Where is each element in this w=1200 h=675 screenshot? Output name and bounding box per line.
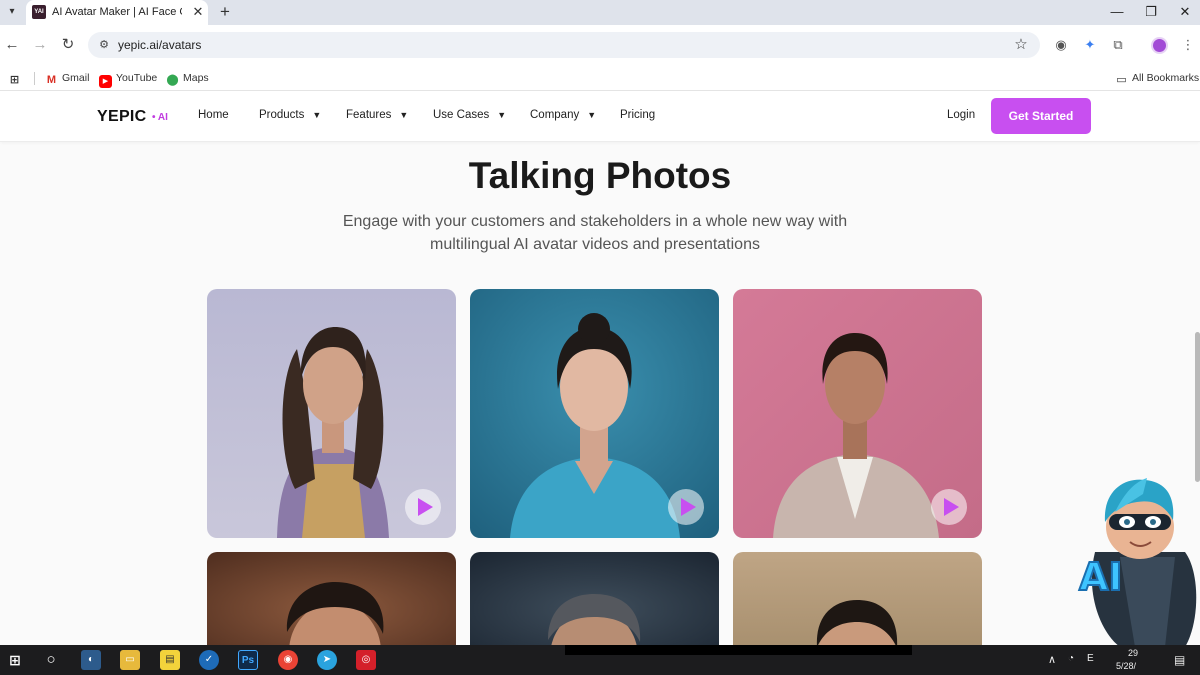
tab-title: AI Avatar Maker | AI Face Generator bbox=[52, 6, 182, 18]
camera-icon[interactable]: ◉ bbox=[1051, 35, 1071, 55]
nav-features[interactable]: Features ▼ bbox=[346, 109, 408, 121]
forward-icon[interactable]: → bbox=[30, 35, 50, 55]
avatar-card[interactable] bbox=[470, 289, 719, 538]
play-button[interactable] bbox=[405, 489, 441, 525]
play-icon bbox=[681, 498, 696, 516]
reload-icon[interactable]: ↻ bbox=[58, 35, 78, 55]
logo-ai-suffix[interactable]: • AI bbox=[152, 112, 168, 123]
play-button[interactable] bbox=[668, 489, 704, 525]
tab-search-icon[interactable]: ▾ bbox=[4, 4, 20, 20]
address-bar: ← → ↻ ⚙ yepic.ai/avatars ☆ ◉ ✦ ⧉ ⋮ bbox=[0, 25, 1200, 65]
search-icon[interactable]: ○ bbox=[41, 650, 61, 670]
taskbar-blank-region bbox=[565, 645, 912, 655]
avatar-card[interactable] bbox=[470, 552, 719, 647]
bookmarks-bar: ⊞ M Gmail ▶ YouTube ⬤ Maps ▭ All Bookmarks bbox=[0, 65, 1200, 91]
avatar-card[interactable] bbox=[733, 552, 982, 647]
extensions-icon[interactable]: ⧉ bbox=[1108, 35, 1128, 55]
login-link[interactable]: Login bbox=[947, 109, 975, 121]
profile-avatar[interactable] bbox=[1151, 37, 1168, 54]
logo[interactable]: YEPIC bbox=[97, 108, 147, 126]
site-settings-icon[interactable]: ⚙ bbox=[96, 37, 112, 53]
bookmark-gmail[interactable]: M Gmail bbox=[45, 69, 90, 87]
play-button[interactable] bbox=[931, 489, 967, 525]
avatar-card[interactable] bbox=[207, 289, 456, 538]
paint-app-icon[interactable]: ◐ bbox=[81, 650, 101, 670]
page-title: Talking Photos bbox=[468, 155, 732, 196]
sticky-notes-icon[interactable]: ▤ bbox=[160, 650, 180, 670]
notifications-icon[interactable]: ▤ bbox=[1174, 653, 1185, 667]
avatar-portrait-man-1 bbox=[207, 552, 456, 647]
avatar-portrait-man-3 bbox=[733, 552, 982, 647]
tray-date: 5/28/ bbox=[1116, 661, 1137, 671]
site-header: YEPIC • AI Home Products ▼ Features ▼ Use … bbox=[0, 91, 1200, 142]
avatar-card[interactable] bbox=[733, 289, 982, 538]
bookmarks-divider bbox=[34, 72, 35, 85]
nav-use-cases[interactable]: Use Cases ▼ bbox=[433, 109, 506, 121]
avatar-card[interactable] bbox=[207, 552, 456, 647]
browser-menu-icon[interactable]: ⋮ bbox=[1178, 35, 1198, 55]
tab-close-icon[interactable]: ✕ bbox=[190, 4, 206, 20]
folder-icon: ▭ bbox=[1116, 74, 1127, 86]
favicon: YAI bbox=[32, 5, 46, 19]
avatar-portrait-man-2 bbox=[470, 552, 719, 647]
nav-products[interactable]: Products ▼ bbox=[259, 109, 321, 121]
superhero-mascot-icon: AI bbox=[1078, 478, 1197, 647]
bookmark-star-icon[interactable]: ☆ bbox=[1012, 36, 1030, 54]
minimize-icon[interactable]: — bbox=[1102, 2, 1132, 22]
window-close-icon[interactable]: ✕ bbox=[1170, 2, 1200, 22]
mascot-ai-badge: AI bbox=[1079, 555, 1123, 599]
maps-pin-icon: ⬤ bbox=[166, 74, 179, 86]
page-subtitle: Engage with your customers and stakehold… bbox=[342, 213, 848, 253]
tray-chevron-up-icon[interactable]: ∧ bbox=[1048, 653, 1056, 666]
chevron-down-icon: ▼ bbox=[399, 110, 409, 120]
chevron-down-icon: ▼ bbox=[497, 110, 507, 120]
ai-mascot-chat-widget[interactable]: AI bbox=[1075, 472, 1200, 647]
scrollbar-thumb[interactable] bbox=[1195, 332, 1200, 482]
wifi-icon[interactable]: ◔ bbox=[1068, 653, 1074, 664]
chevron-down-icon: ▼ bbox=[312, 110, 322, 120]
apps-grid-icon[interactable]: ⊞ bbox=[8, 69, 25, 87]
gemini-icon[interactable]: ✦ bbox=[1080, 35, 1100, 55]
all-bookmarks[interactable]: ▭ All Bookmarks bbox=[1115, 69, 1199, 87]
chrome-icon[interactable]: ◉ bbox=[278, 650, 298, 670]
youtube-icon: ▶ bbox=[99, 75, 112, 88]
nav-pricing[interactable]: Pricing bbox=[620, 109, 655, 121]
os-taskbar: ⊞ ○ ◐ ▭ ▤ ✓ Ps ◉ ➤ ◎ ∧ ◔ E 29 5/28/ ▤ bbox=[0, 645, 1200, 675]
vpn-app-icon[interactable]: ✓ bbox=[199, 650, 219, 670]
gmail-icon: M bbox=[46, 74, 57, 86]
restore-icon[interactable]: ❐ bbox=[1136, 2, 1166, 22]
windows-start-icon[interactable]: ⊞ bbox=[5, 650, 25, 670]
nav-company[interactable]: Company ▼ bbox=[530, 109, 596, 121]
play-icon bbox=[944, 498, 959, 516]
nav-home[interactable]: Home bbox=[198, 109, 229, 121]
get-started-button[interactable]: Get Started bbox=[991, 98, 1091, 134]
telegram-icon[interactable]: ➤ bbox=[317, 650, 337, 670]
file-explorer-icon[interactable]: ▭ bbox=[120, 650, 140, 670]
chevron-down-icon: ▼ bbox=[587, 110, 597, 120]
bookmark-youtube[interactable]: ▶ YouTube bbox=[99, 69, 157, 88]
red-app-icon[interactable]: ◎ bbox=[356, 650, 376, 670]
browser-tab[interactable]: YAI AI Avatar Maker | AI Face Generator … bbox=[26, 0, 208, 25]
tray-time: 29 bbox=[1128, 648, 1139, 658]
bookmark-maps[interactable]: ⬤ Maps bbox=[166, 69, 208, 87]
url-text[interactable]: yepic.ai/avatars bbox=[118, 38, 201, 52]
back-icon[interactable]: ← bbox=[2, 35, 22, 55]
new-tab-icon[interactable]: + bbox=[216, 3, 234, 21]
omnibox[interactable]: ⚙ yepic.ai/avatars ☆ bbox=[88, 32, 1040, 58]
tray-language[interactable]: E bbox=[1087, 653, 1094, 664]
browser-tabbar: ▾ YAI AI Avatar Maker | AI Face Generato… bbox=[0, 0, 1200, 25]
photoshop-icon[interactable]: Ps bbox=[238, 650, 258, 670]
play-icon bbox=[418, 498, 433, 516]
